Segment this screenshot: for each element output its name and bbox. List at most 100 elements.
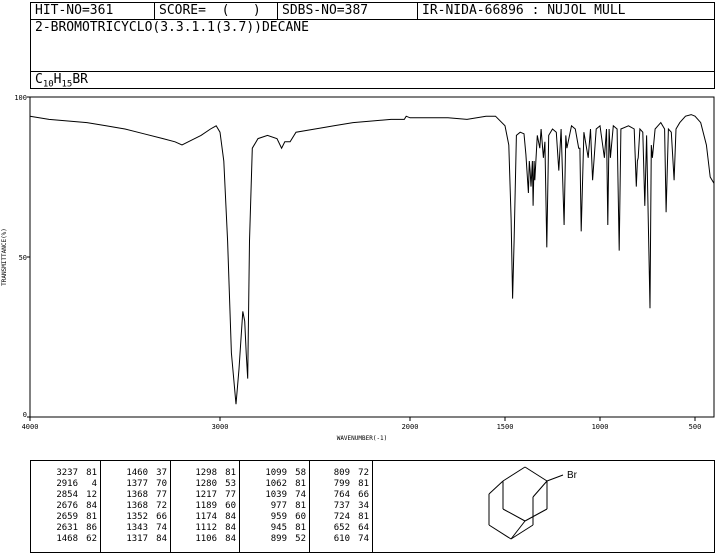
peak-transmittance: 37 xyxy=(156,468,167,478)
spectrum-line xyxy=(29,114,715,405)
peak-transmittance: 72 xyxy=(358,468,369,478)
peak-transmittance: 74 xyxy=(295,490,306,500)
peak-wavenumber: 610 xyxy=(333,534,350,544)
peak-column: 3237 81 2916 4 2854 12 2676 84 2659 81 2631 86 1468 6… xyxy=(31,461,101,552)
peak-transmittance: 84 xyxy=(156,534,167,544)
peak-row: 2659 81 xyxy=(31,512,100,523)
peak-row: 809 72 xyxy=(310,468,372,479)
peak-wavenumber: 1106 xyxy=(195,534,217,544)
peak-wavenumber: 959 xyxy=(270,512,287,522)
peak-wavenumber: 809 xyxy=(333,468,350,478)
peak-transmittance: 81 xyxy=(86,468,97,478)
peak-row: 959 60 xyxy=(240,512,309,523)
peak-transmittance: 66 xyxy=(358,490,369,500)
peak-wavenumber: 1352 xyxy=(126,512,148,522)
peak-row: 1062 81 xyxy=(240,479,309,490)
peak-table: 3237 81 2916 4 2854 12 2676 84 2659 81 2631 86 1468 6… xyxy=(30,460,373,553)
y-tick-label: 0 xyxy=(23,411,27,419)
peak-transmittance: 84 xyxy=(225,523,236,533)
x-tick-label: 1500 xyxy=(497,423,514,431)
peak-wavenumber: 652 xyxy=(333,523,350,533)
peak-row: 945 81 xyxy=(240,523,309,534)
peak-transmittance: 81 xyxy=(295,523,306,533)
peak-transmittance: 52 xyxy=(295,534,306,544)
peak-row: 1368 72 xyxy=(101,501,170,512)
peak-wavenumber: 3237 xyxy=(56,468,78,478)
peak-transmittance: 77 xyxy=(156,490,167,500)
y-tick-label: 50 xyxy=(19,254,27,262)
peak-row: 1217 77 xyxy=(171,490,239,501)
peak-transmittance: 81 xyxy=(295,501,306,511)
peak-row: 799 81 xyxy=(310,479,372,490)
peak-transmittance: 4 xyxy=(91,479,97,489)
peak-transmittance: 86 xyxy=(86,523,97,533)
x-tick-label: 2000 xyxy=(402,423,419,431)
peak-row: 1317 84 xyxy=(101,534,170,545)
peak-wavenumber: 1460 xyxy=(126,468,148,478)
peak-wavenumber: 1174 xyxy=(195,512,217,522)
peak-transmittance: 66 xyxy=(156,512,167,522)
peak-wavenumber: 1280 xyxy=(195,479,217,489)
peak-wavenumber: 2854 xyxy=(56,490,78,500)
peak-row: 1106 84 xyxy=(171,534,239,545)
peak-row: 977 81 xyxy=(240,501,309,512)
peak-row: 737 34 xyxy=(310,501,372,512)
peak-row: 1039 74 xyxy=(240,490,309,501)
peak-row: 1368 77 xyxy=(101,490,170,501)
y-axis-label: TRANSMITTANCE(%) xyxy=(1,228,8,286)
peak-transmittance: 60 xyxy=(225,501,236,511)
x-tick-label: 4000 xyxy=(22,423,39,431)
peak-transmittance: 84 xyxy=(225,512,236,522)
adamantane-structure: Br xyxy=(488,466,578,540)
peak-wavenumber: 724 xyxy=(333,512,350,522)
peak-wavenumber: 977 xyxy=(270,501,287,511)
x-axis-label: WAVENUMBER(-1) xyxy=(337,435,388,442)
peak-wavenumber: 1062 xyxy=(265,479,287,489)
peak-wavenumber: 2631 xyxy=(56,523,78,533)
peak-wavenumber: 799 xyxy=(333,479,350,489)
peak-transmittance: 70 xyxy=(156,479,167,489)
peak-wavenumber: 1317 xyxy=(126,534,148,544)
peak-wavenumber: 1099 xyxy=(265,468,287,478)
peak-row: 3237 81 xyxy=(31,468,100,479)
peak-wavenumber: 1217 xyxy=(195,490,217,500)
peak-row: 1280 53 xyxy=(171,479,239,490)
peak-wavenumber: 1039 xyxy=(265,490,287,500)
peak-wavenumber: 1343 xyxy=(126,523,148,533)
peak-wavenumber: 1377 xyxy=(126,479,148,489)
peak-transmittance: 53 xyxy=(225,479,236,489)
x-tick-label: 500 xyxy=(689,423,702,431)
peak-transmittance: 84 xyxy=(86,501,97,511)
peak-row: 1112 84 xyxy=(171,523,239,534)
peak-wavenumber: 2916 xyxy=(56,479,78,489)
peak-wavenumber: 1368 xyxy=(126,501,148,511)
peak-transmittance: 72 xyxy=(156,501,167,511)
peak-wavenumber: 945 xyxy=(270,523,287,533)
peak-row: 1460 37 xyxy=(101,468,170,479)
peak-transmittance: 81 xyxy=(358,512,369,522)
peak-transmittance: 60 xyxy=(295,512,306,522)
peak-transmittance: 84 xyxy=(225,534,236,544)
peak-row: 1099 58 xyxy=(240,468,309,479)
peak-wavenumber: 737 xyxy=(333,501,350,511)
peak-row: 2631 86 xyxy=(31,523,100,534)
peak-column: 809 72 799 81 764 66 737 34 724 81 652 64 610 74 xyxy=(310,461,372,552)
peak-transmittance: 34 xyxy=(358,501,369,511)
peak-row: 1174 84 xyxy=(171,512,239,523)
peak-column: 1460 37 1377 70 1368 77 1368 72 1352 66 1343 74 1317… xyxy=(101,461,171,552)
y-tick-label: 100 xyxy=(14,94,27,102)
peak-row: 1343 74 xyxy=(101,523,170,534)
peak-row: 1377 70 xyxy=(101,479,170,490)
x-tick-label: 1000 xyxy=(592,423,609,431)
peak-transmittance: 81 xyxy=(295,479,306,489)
peak-row: 1352 66 xyxy=(101,512,170,523)
peak-wavenumber: 1189 xyxy=(195,501,217,511)
x-tick-label: 3000 xyxy=(212,423,229,431)
peak-row: 724 81 xyxy=(310,512,372,523)
peak-wavenumber: 764 xyxy=(333,490,350,500)
peak-transmittance: 81 xyxy=(225,468,236,478)
peak-column: 1298 81 1280 53 1217 77 1189 60 1174 84 1112 84 1106… xyxy=(171,461,240,552)
peak-wavenumber: 2659 xyxy=(56,512,78,522)
peak-row: 1189 60 xyxy=(171,501,239,512)
peak-row: 1468 62 xyxy=(31,534,100,545)
